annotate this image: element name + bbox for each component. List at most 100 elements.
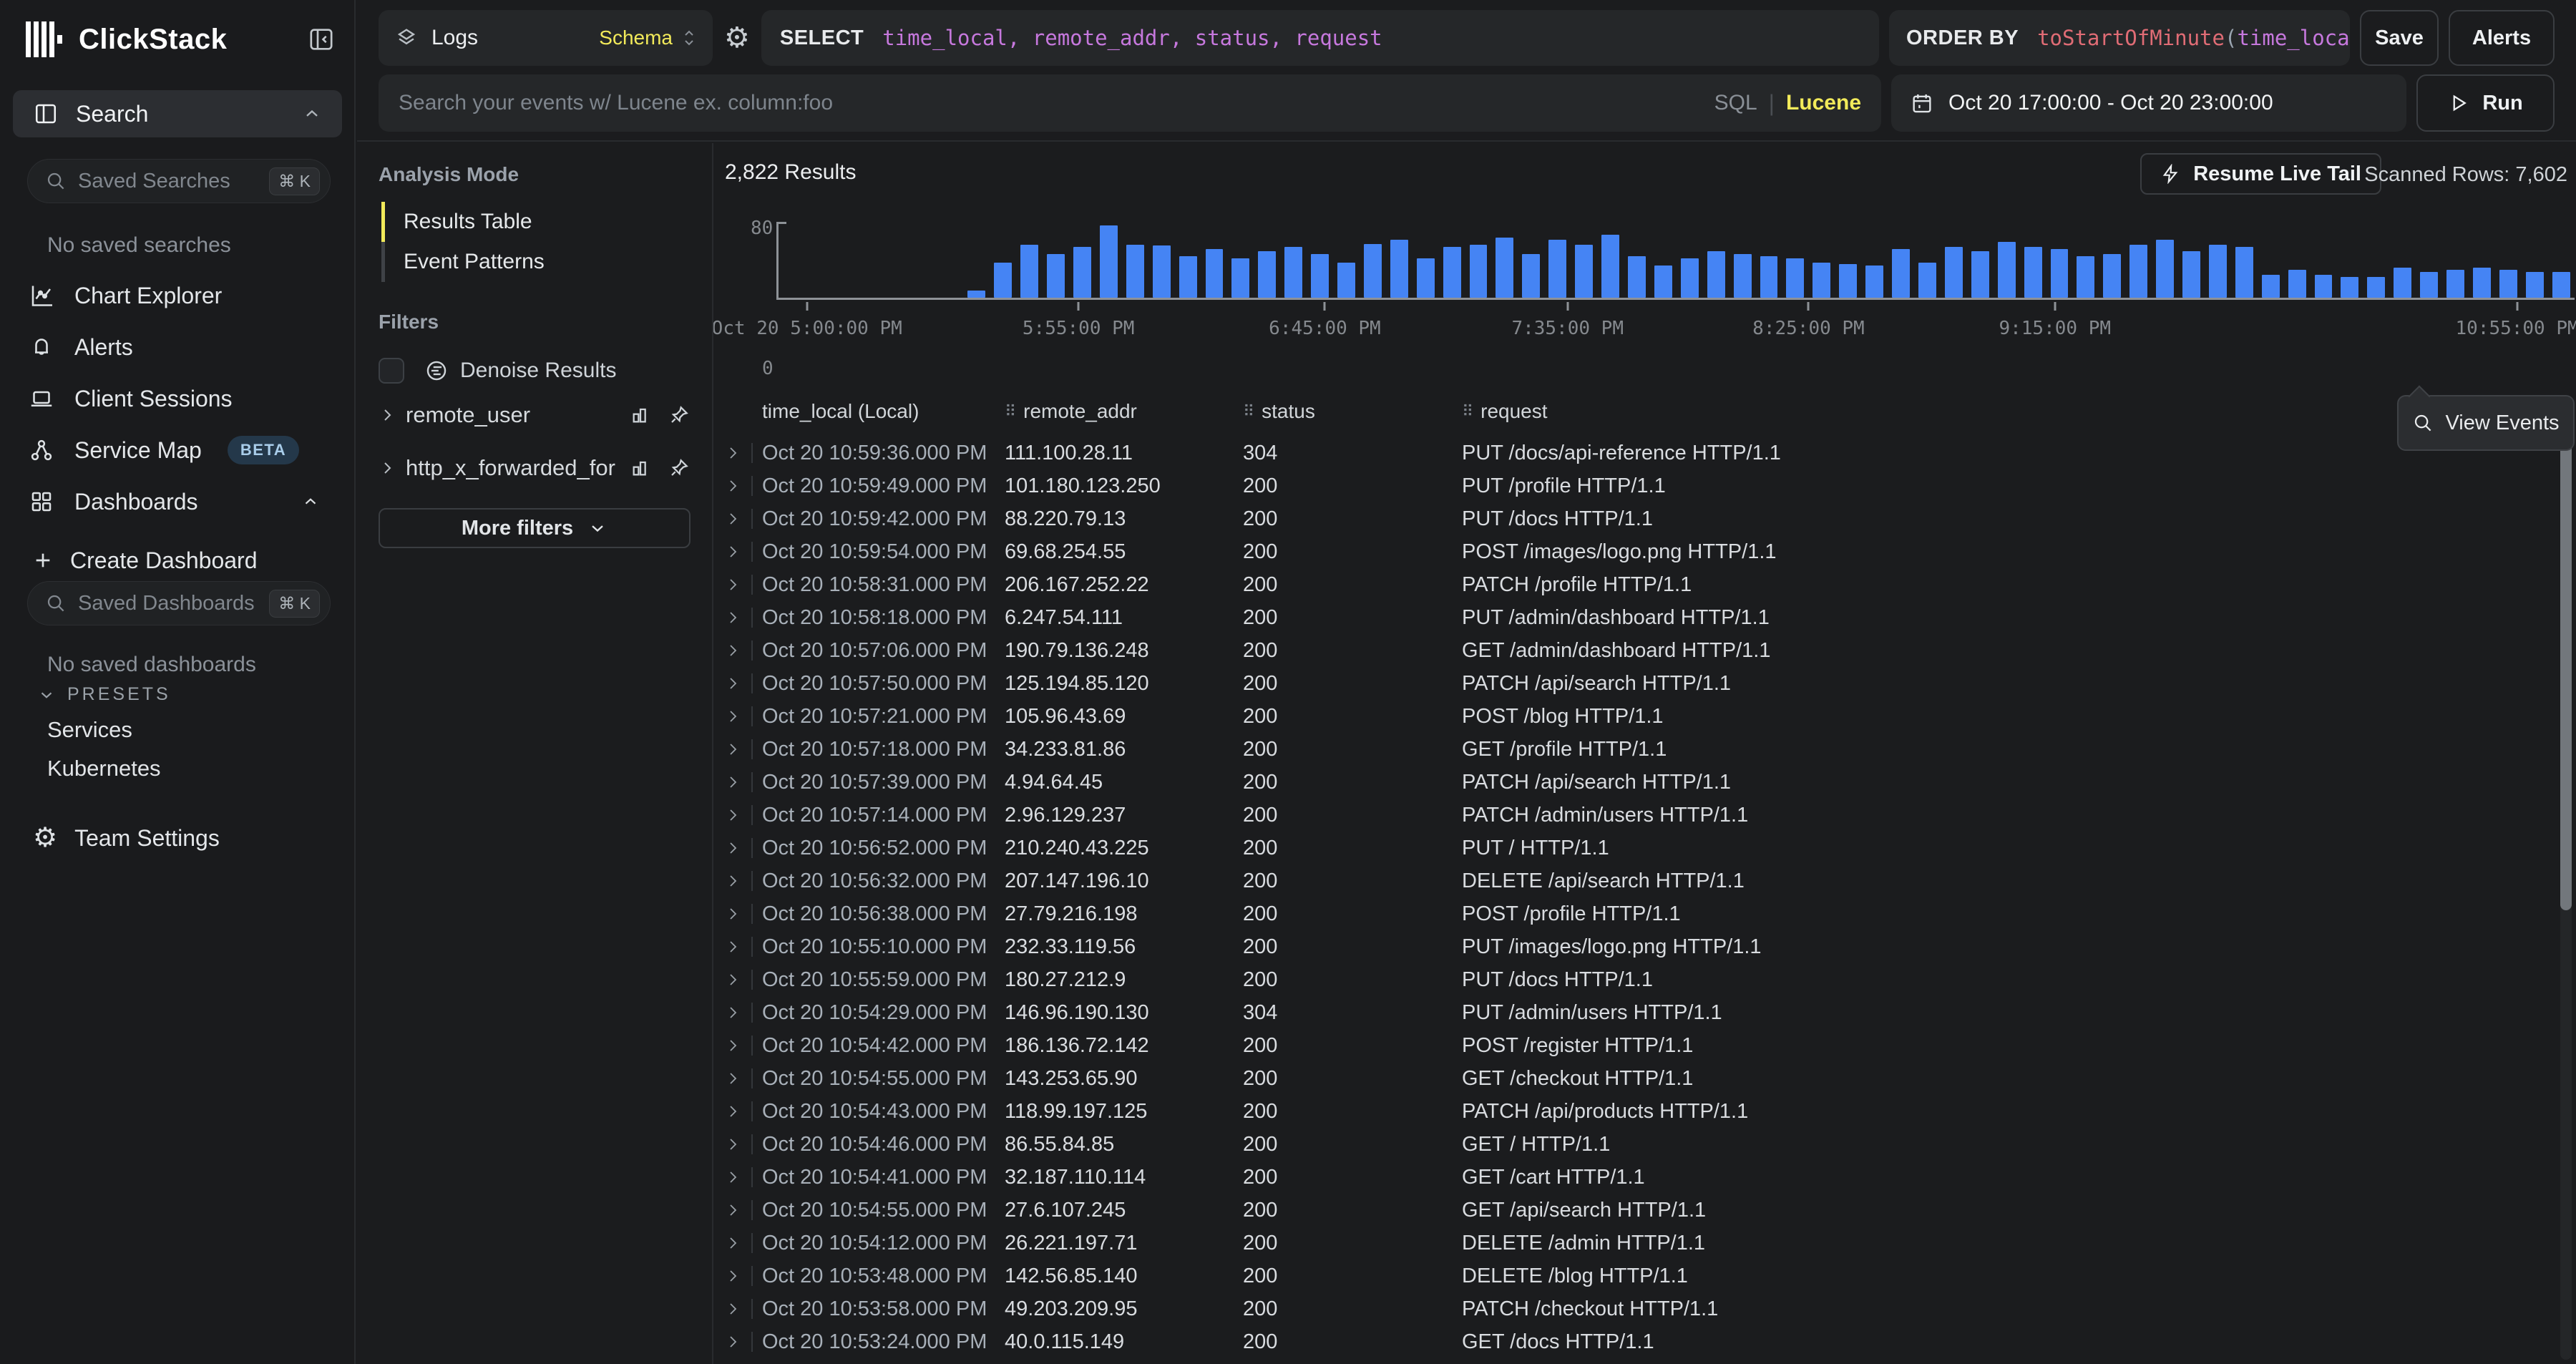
row-expand-chevron-icon[interactable] <box>724 1200 762 1220</box>
table-row[interactable]: Oct 20 10:54:55.000 PM143.253.65.90200GE… <box>713 1062 2550 1095</box>
source-settings-gear-icon[interactable]: ⚙ <box>723 24 751 52</box>
pin-icon[interactable] <box>668 457 691 479</box>
histogram-bar[interactable] <box>1153 245 1171 298</box>
table-row[interactable]: Oct 20 10:57:50.000 PM125.194.85.120200P… <box>713 667 2550 700</box>
table-row[interactable]: Oct 20 10:58:31.000 PM206.167.252.22200P… <box>713 568 2550 601</box>
mode-event-patterns[interactable]: Event Patterns <box>381 242 691 282</box>
denoise-checkbox[interactable] <box>379 358 404 384</box>
histogram-bar[interactable] <box>2420 272 2438 298</box>
histogram-bar[interactable] <box>1786 258 1804 298</box>
row-expand-chevron-icon[interactable] <box>724 1003 762 1023</box>
table-row[interactable]: Oct 20 10:53:24.000 PM40.0.115.149200GET… <box>713 1325 2550 1358</box>
time-range-picker[interactable]: Oct 20 17:00:00 - Oct 20 23:00:00 <box>1891 74 2406 132</box>
histogram-bar[interactable] <box>2182 251 2200 298</box>
table-row[interactable]: Oct 20 10:53:48.000 PM142.56.85.140200DE… <box>713 1260 2550 1292</box>
histogram-bar[interactable] <box>2315 275 2333 298</box>
run-button[interactable]: Run <box>2416 74 2555 132</box>
row-expand-chevron-icon[interactable] <box>724 1068 762 1088</box>
table-row[interactable]: Oct 20 10:54:43.000 PM118.99.197.125200P… <box>713 1095 2550 1128</box>
column-header-status[interactable]: ⠿status <box>1243 400 1462 423</box>
histogram-bar[interactable] <box>2077 256 2094 298</box>
histogram-bar[interactable] <box>1020 245 1038 298</box>
histogram-bar[interactable] <box>2288 270 2306 298</box>
column-header-request[interactable]: ⠿request <box>1462 400 2550 423</box>
table-row[interactable]: Oct 20 10:59:36.000 PM111.100.28.11304PU… <box>713 437 2550 469</box>
row-expand-chevron-icon[interactable] <box>724 937 762 957</box>
table-row[interactable]: Oct 20 10:56:38.000 PM27.79.216.198200PO… <box>713 897 2550 930</box>
row-expand-chevron-icon[interactable] <box>724 1266 762 1286</box>
histogram-bar[interactable] <box>1206 249 1224 298</box>
histogram-bar[interactable] <box>1548 240 1566 298</box>
sidebar-item-client-sessions[interactable]: Client Sessions <box>29 378 340 419</box>
histogram-bar[interactable] <box>1601 235 1619 298</box>
histogram-bar[interactable] <box>1047 254 1065 298</box>
histogram-bar[interactable] <box>1971 251 1989 298</box>
row-expand-chevron-icon[interactable] <box>724 673 762 693</box>
histogram-bar[interactable] <box>2341 277 2358 298</box>
column-header-remote-addr[interactable]: ⠿remote_addr <box>1005 400 1243 423</box>
pin-icon[interactable] <box>668 404 691 427</box>
table-row[interactable]: Oct 20 10:57:14.000 PM2.96.129.237200PAT… <box>713 799 2550 832</box>
field-chart-icon[interactable] <box>629 457 652 479</box>
sidebar-item-service-map[interactable]: Service Map BETA <box>29 429 340 471</box>
histogram-bar[interactable] <box>1100 225 1118 298</box>
histogram-bar[interactable] <box>1417 258 1435 298</box>
row-expand-chevron-icon[interactable] <box>724 476 762 496</box>
table-row[interactable]: Oct 20 10:54:55.000 PM27.6.107.245200GET… <box>713 1194 2550 1227</box>
histogram-bar[interactable] <box>1284 247 1302 298</box>
mode-results-table[interactable]: Results Table <box>381 202 691 242</box>
table-row[interactable]: Oct 20 10:58:18.000 PM6.247.54.111200PUT… <box>713 601 2550 634</box>
row-expand-chevron-icon[interactable] <box>724 1332 762 1352</box>
table-row[interactable]: Oct 20 10:57:18.000 PM34.233.81.86200GET… <box>713 733 2550 766</box>
row-expand-chevron-icon[interactable] <box>724 1299 762 1319</box>
field-chart-icon[interactable] <box>629 404 652 427</box>
histogram-bar[interactable] <box>1496 238 1513 298</box>
histogram-bar[interactable] <box>1390 240 1408 298</box>
histogram-bar[interactable] <box>1126 245 1144 298</box>
histogram-bar[interactable] <box>2103 254 2121 298</box>
saved-searches-search[interactable]: ⌘ K <box>27 159 331 203</box>
denoise-results-option[interactable]: Denoise Results <box>379 358 691 384</box>
create-dashboard-button[interactable]: Create Dashboard <box>31 540 340 581</box>
histogram-bar[interactable] <box>1654 266 1672 298</box>
histogram-bar[interactable] <box>1179 256 1197 298</box>
table-row[interactable]: Oct 20 10:56:52.000 PM210.240.43.225200P… <box>713 832 2550 864</box>
histogram-bar[interactable] <box>1522 254 1540 298</box>
histogram-plot[interactable] <box>776 223 2575 300</box>
histogram-bar[interactable] <box>1865 266 1883 298</box>
histogram-bar[interactable] <box>1073 247 1091 298</box>
drag-handle-icon[interactable]: ⠿ <box>1243 402 1253 421</box>
histogram-bar[interactable] <box>1628 256 1646 298</box>
saved-dashboards-input[interactable] <box>78 592 269 615</box>
source-selector[interactable]: Logs Schema <box>379 10 713 66</box>
histogram-bar[interactable] <box>1681 258 1699 298</box>
sidebar-item-chart-explorer[interactable]: Chart Explorer <box>29 275 340 316</box>
table-row[interactable]: Oct 20 10:55:59.000 PM180.27.212.9200PUT… <box>713 963 2550 996</box>
more-filters-button[interactable]: More filters <box>379 508 691 548</box>
row-expand-chevron-icon[interactable] <box>724 443 762 463</box>
row-expand-chevron-icon[interactable] <box>724 608 762 628</box>
event-search-bar[interactable]: SQL | Lucene <box>379 74 1881 132</box>
row-expand-chevron-icon[interactable] <box>724 970 762 990</box>
row-expand-chevron-icon[interactable] <box>724 838 762 858</box>
alerts-button[interactable]: Alerts <box>2449 10 2555 66</box>
row-expand-chevron-icon[interactable] <box>724 706 762 726</box>
histogram-bar[interactable] <box>2156 240 2174 298</box>
histogram-bar[interactable] <box>1760 256 1778 298</box>
resume-live-tail-button[interactable]: Resume Live Tail <box>2140 153 2381 195</box>
row-expand-chevron-icon[interactable] <box>724 1233 762 1253</box>
preset-item-kubernetes[interactable]: Kubernetes <box>47 756 161 781</box>
view-events-tooltip[interactable]: View Events <box>2397 395 2575 451</box>
drag-handle-icon[interactable]: ⠿ <box>1462 402 1472 421</box>
table-scrollbar[interactable] <box>2560 398 2572 1360</box>
histogram-bar[interactable] <box>2473 268 2491 298</box>
table-row[interactable]: Oct 20 10:56:32.000 PM207.147.196.10200D… <box>713 864 2550 897</box>
collapse-sidebar-icon[interactable] <box>307 25 336 54</box>
histogram-bar[interactable] <box>2051 249 2069 298</box>
table-row[interactable]: Oct 20 10:54:12.000 PM26.221.197.71200DE… <box>713 1227 2550 1260</box>
row-expand-chevron-icon[interactable] <box>724 904 762 924</box>
table-row[interactable]: Oct 20 10:59:54.000 PM69.68.254.55200POS… <box>713 535 2550 568</box>
table-row[interactable]: Oct 20 10:59:42.000 PM88.220.79.13200PUT… <box>713 502 2550 535</box>
mode-lucene-toggle[interactable]: Lucene <box>1786 91 1861 115</box>
saved-dashboards-search[interactable]: ⌘ K <box>27 581 331 625</box>
